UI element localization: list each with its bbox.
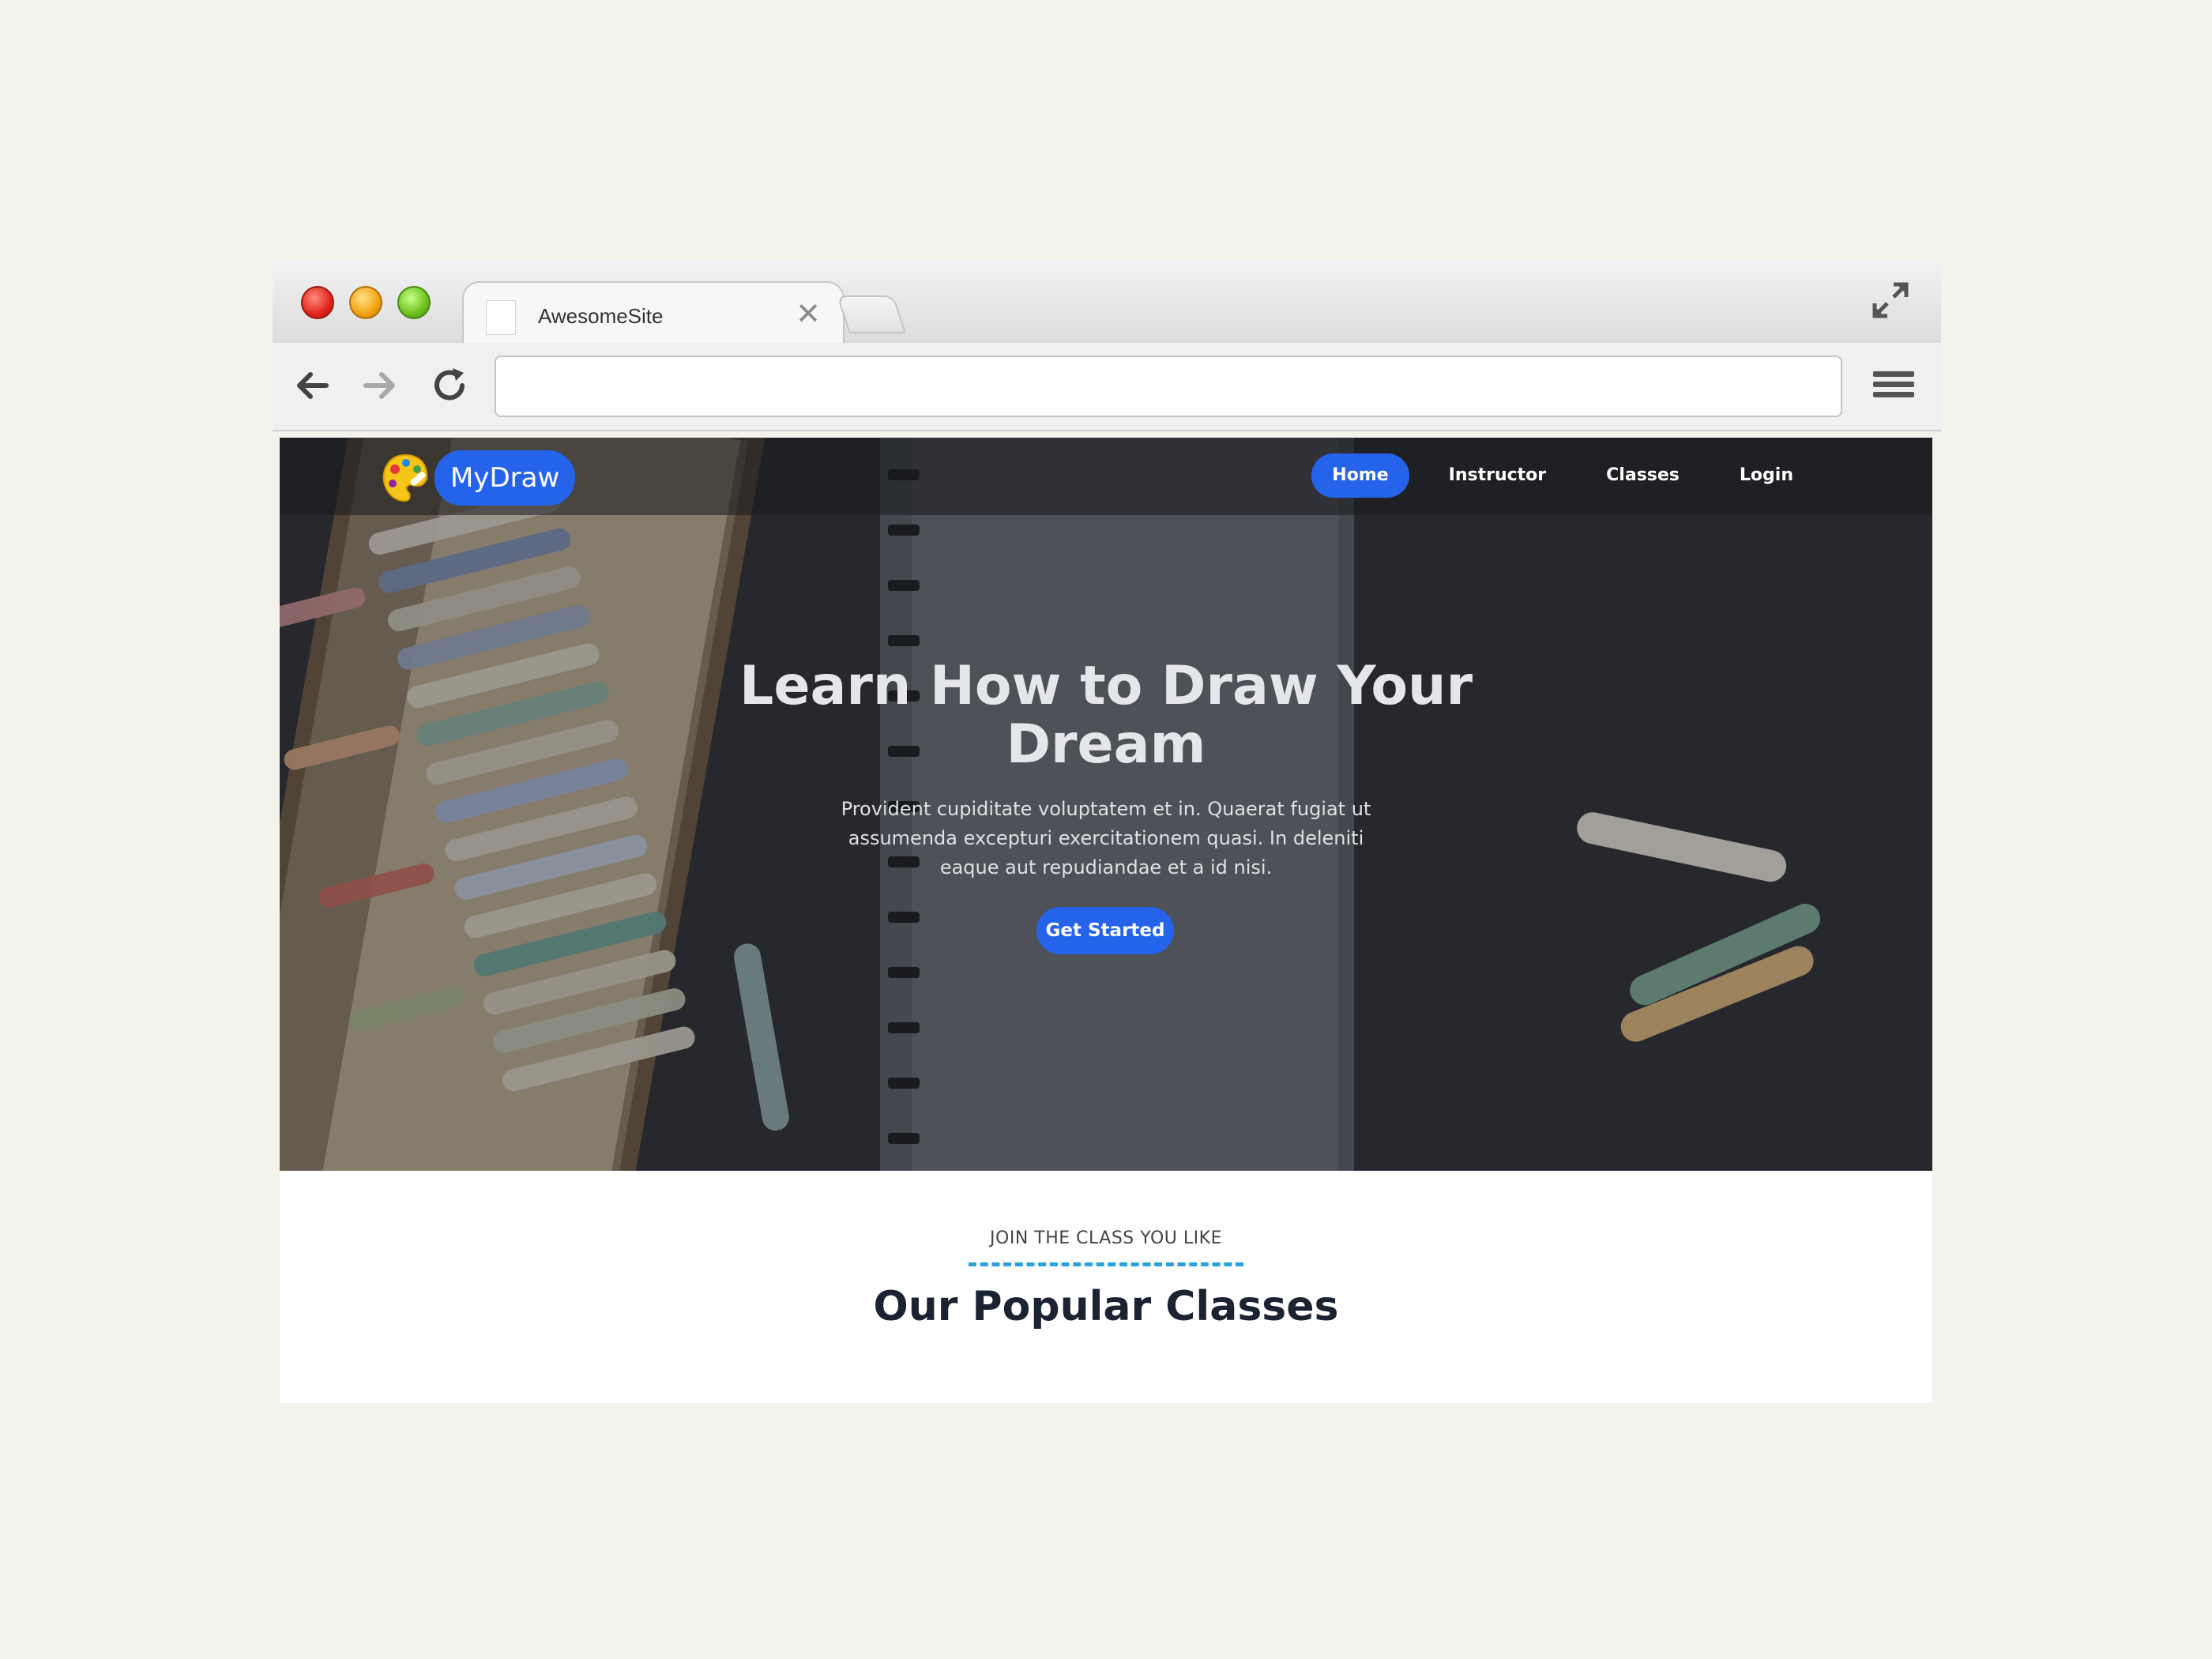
hero-subtitle: Provident cupiditate voluptatem et in. Q… [841,798,1371,878]
page-favicon-icon [486,300,516,335]
tab-title: AwesomeSite [538,304,664,328]
browser-tab[interactable]: AwesomeSite ✕ [462,281,845,346]
minimize-window-button[interactable] [349,286,382,319]
new-tab-button[interactable] [837,295,906,333]
maximize-window-button[interactable] [397,286,431,319]
close-icon[interactable]: ✕ [796,295,821,333]
nav-home[interactable]: Home [1311,453,1409,498]
reload-icon[interactable] [427,363,472,408]
section-title: Our Popular Classes [873,1283,1339,1330]
web-page: MyDraw Home Instructor Classes Login Lea… [280,438,1932,1403]
nav-login[interactable]: Login [1719,453,1814,498]
arrow-left-icon[interactable] [290,363,334,408]
site-nav: Home Instructor Classes Login [1311,453,1814,498]
get-started-button[interactable]: Get Started [1036,907,1174,954]
section-divider [969,1262,1243,1266]
site-navbar: MyDraw Home Instructor Classes Login [280,438,1932,515]
address-bar-input[interactable] [495,356,1842,417]
browser-toolbar [273,343,1941,431]
section-kicker: JOIN THE CLASS YOU LIKE [990,1228,1222,1248]
nav-instructor[interactable]: Instructor [1428,453,1567,498]
nav-classes[interactable]: Classes [1586,453,1700,498]
hero-section: MyDraw Home Instructor Classes Login Lea… [280,438,1932,1171]
browser-tab-bar: AwesomeSite ✕ [273,261,1941,346]
browser-window: AwesomeSite ✕ MyDraw Home Instructor Cla… [273,261,1941,1405]
hero-title: Learn How to Draw Your Dream [739,655,1473,776]
expand-icon[interactable] [1870,280,1911,321]
arrow-right-icon[interactable] [358,363,402,408]
palette-icon [382,453,428,502]
close-window-button[interactable] [301,286,334,319]
site-brand[interactable]: MyDraw [434,450,576,506]
hamburger-menu-icon[interactable] [1873,371,1914,404]
